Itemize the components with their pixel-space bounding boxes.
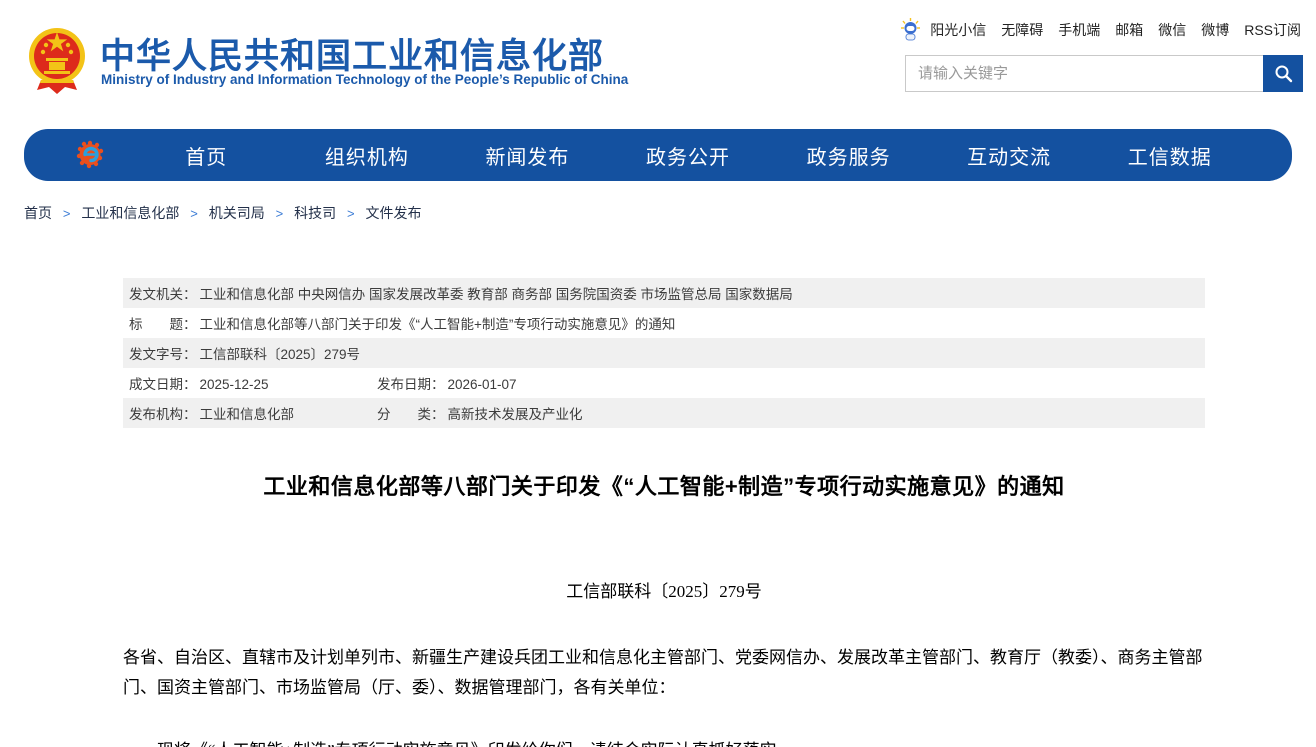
document-body: 各省、自治区、直辖市及计划单列市、新疆生产建设兵团工业和信息化主管部门、党委网信… xyxy=(123,643,1205,747)
meta-cell: 成文日期：2025-12-25 xyxy=(129,373,377,393)
meta-cell: 发布日期：2026-01-07 xyxy=(377,373,517,393)
document-number: 工信部联科〔2025〕279号 xyxy=(123,577,1205,602)
gear-e-logo-icon xyxy=(76,138,108,172)
meta-value: 工业和信息化部 中央网信办 国家发展改革委 教育部 商务部 国务院国资委 市场监… xyxy=(200,287,793,302)
nav-item-news[interactable]: 新闻发布 xyxy=(447,141,608,170)
meta-label: 发布日期： xyxy=(377,377,445,392)
meta-label: 发文字号： xyxy=(129,347,197,362)
meta-label: 发文机关： xyxy=(129,287,197,302)
meta-value: 2025-12-25 xyxy=(200,377,269,392)
quick-link-sunshine[interactable]: 阳光小信 xyxy=(930,20,986,40)
site-header: 中华人民共和国工业和信息化部 Ministry of Industry and … xyxy=(0,0,1316,115)
breadcrumb-science-tech-dept[interactable]: 科技司 xyxy=(294,205,336,221)
meta-row-doc-number: 发文字号：工信部联科〔2025〕279号 xyxy=(123,338,1205,368)
document-paragraph-directive: 现将《“人工智能+制造”专项行动实施意见》印发给你们，请结合实际认真抓好落实。 xyxy=(123,736,1205,747)
document-meta-table: 发文机关：工业和信息化部 中央网信办 国家发展改革委 教育部 商务部 国务院国资… xyxy=(123,278,1205,428)
meta-row-publisher-category: 发布机构：工业和信息化部 分 类：高新技术发展及产业化 xyxy=(123,398,1205,428)
breadcrumb-separator: > xyxy=(63,206,71,221)
breadcrumb-departments[interactable]: 机关司局 xyxy=(209,205,265,221)
meta-label: 发布机构： xyxy=(129,407,197,422)
document-content: 发文机关：工业和信息化部 中央网信办 国家发展改革委 教育部 商务部 国务院国资… xyxy=(123,278,1205,747)
nav-item-interaction[interactable]: 互动交流 xyxy=(929,141,1090,170)
quick-link-accessibility[interactable]: 无障碍 xyxy=(1001,20,1043,40)
quick-link-mobile[interactable]: 手机端 xyxy=(1058,20,1100,40)
meta-row-dates: 成文日期：2025-12-25 发布日期：2026-01-07 xyxy=(123,368,1205,398)
quick-link-weibo[interactable]: 微博 xyxy=(1201,20,1229,40)
site-subtitle: Ministry of Industry and Information Tec… xyxy=(101,72,628,87)
breadcrumb: 首页 > 工业和信息化部 > 机关司局 > 科技司 > 文件发布 xyxy=(24,203,1316,220)
meta-value: 工业和信息化部等八部门关于印发《“人工智能+制造”专项行动实施意见》的通知 xyxy=(200,317,676,332)
quick-link-rss[interactable]: RSS订阅 xyxy=(1244,20,1301,40)
meta-label: 成文日期： xyxy=(129,377,197,392)
meta-cell: 发文字号：工信部联科〔2025〕279号 xyxy=(129,343,360,363)
breadcrumb-document-release[interactable]: 文件发布 xyxy=(366,205,422,221)
breadcrumb-separator: > xyxy=(276,206,284,221)
breadcrumb-separator: > xyxy=(347,206,355,221)
meta-row-issuing-agency: 发文机关：工业和信息化部 中央网信办 国家发展改革委 教育部 商务部 国务院国资… xyxy=(123,278,1205,308)
meta-label: 标 题： xyxy=(129,317,197,332)
search-icon xyxy=(1274,64,1293,83)
search-bar xyxy=(905,55,1303,92)
nav-item-organization[interactable]: 组织机构 xyxy=(287,141,448,170)
meta-value: 工业和信息化部 xyxy=(200,407,295,422)
nav-item-home[interactable]: 首页 xyxy=(126,141,287,170)
document-paragraph-addressees: 各省、自治区、直辖市及计划单列市、新疆生产建设兵团工业和信息化主管部门、党委网信… xyxy=(123,643,1205,703)
breadcrumb-miit[interactable]: 工业和信息化部 xyxy=(81,205,179,221)
main-nav: 首页 组织机构 新闻发布 政务公开 政务服务 互动交流 工信数据 xyxy=(24,129,1292,181)
document-title: 工业和信息化部等八部门关于印发《“人工智能+制造”专项行动实施意见》的通知 xyxy=(123,469,1205,501)
meta-label: 分 类： xyxy=(377,407,445,422)
sunshine-mascot-icon xyxy=(900,18,921,41)
quick-link-wechat[interactable]: 微信 xyxy=(1158,20,1186,40)
national-emblem-logo xyxy=(27,24,87,96)
breadcrumb-separator: > xyxy=(190,206,198,221)
search-button[interactable] xyxy=(1263,55,1303,92)
breadcrumb-home[interactable]: 首页 xyxy=(24,205,52,221)
meta-cell: 分 类：高新技术发展及产业化 xyxy=(377,403,583,423)
nav-item-gov-services[interactable]: 政务服务 xyxy=(768,141,929,170)
nav-item-miit-data[interactable]: 工信数据 xyxy=(1089,141,1250,170)
meta-cell: 标 题：工业和信息化部等八部门关于印发《“人工智能+制造”专项行动实施意见》的通… xyxy=(129,313,675,333)
meta-value: 高新技术发展及产业化 xyxy=(448,407,583,422)
meta-cell: 发文机关：工业和信息化部 中央网信办 国家发展改革委 教育部 商务部 国务院国资… xyxy=(129,283,793,303)
meta-value: 工信部联科〔2025〕279号 xyxy=(200,347,361,362)
header-quick-links: 阳光小信 无障碍 手机端 邮箱 微信 微博 RSS订阅 xyxy=(900,18,1301,41)
meta-value: 2026-01-07 xyxy=(448,377,517,392)
search-input[interactable] xyxy=(906,56,1263,91)
meta-cell: 发布机构：工业和信息化部 xyxy=(129,403,377,423)
quick-link-mail[interactable]: 邮箱 xyxy=(1115,20,1143,40)
nav-item-gov-disclosure[interactable]: 政务公开 xyxy=(608,141,769,170)
meta-row-title: 标 题：工业和信息化部等八部门关于印发《“人工智能+制造”专项行动实施意见》的通… xyxy=(123,308,1205,338)
